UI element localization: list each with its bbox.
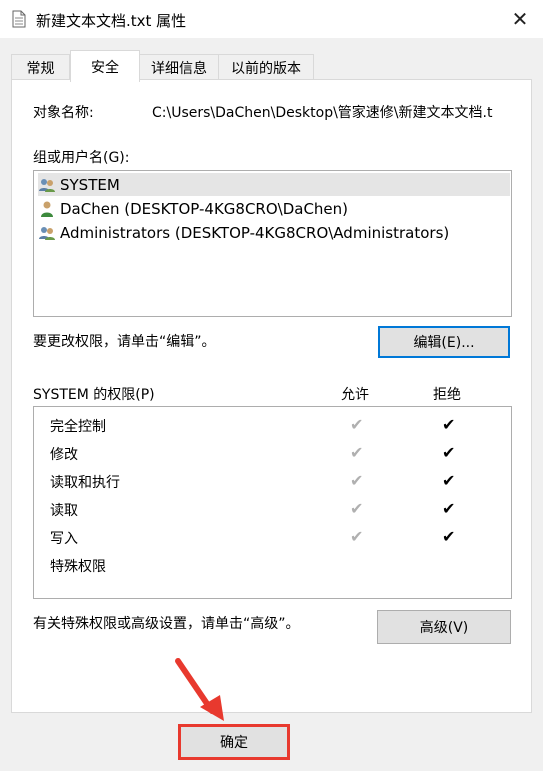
permissions-label: SYSTEM 的权限(P) (33, 387, 155, 403)
title-bar: 新建文本文档.txt 属性 ✕ (0, 0, 543, 38)
object-name-label: 对象名称: (33, 105, 94, 121)
allow-check-icon: ✔ (350, 471, 364, 490)
permissions-list[interactable]: 完全控制 ✔ ✔ 修改 ✔ ✔ 读取和执行 ✔ ✔ 读取 ✔ ✔ 写入 ✔ ✔ … (33, 406, 512, 599)
allow-check-icon: ✔ (350, 499, 364, 518)
object-name-value: C:\Users\DaChen\Desktop\管家速修\新建文本文档.t (152, 105, 493, 121)
allow-check-icon: ✔ (350, 443, 364, 462)
users-listbox[interactable]: SYSTEM DaChen (DESKTOP-4KG8CRO\DaChen) A… (33, 170, 512, 317)
permission-row: 读取和执行 (50, 475, 120, 491)
tab-general[interactable]: 常规 (11, 54, 70, 81)
user-item-dachen[interactable]: DaChen (DESKTOP-4KG8CRO\DaChen) (38, 197, 348, 220)
tab-previous-versions[interactable]: 以前的版本 (218, 54, 314, 81)
deny-header: 拒绝 (433, 387, 461, 403)
group-users-icon (39, 178, 55, 192)
deny-check-icon: ✔ (442, 443, 456, 462)
permission-row: 修改 (50, 447, 78, 463)
deny-check-icon: ✔ (442, 527, 456, 546)
user-item-administrators[interactable]: Administrators (DESKTOP-4KG8CRO\Administ… (38, 221, 449, 244)
user-icon (41, 201, 53, 217)
annotation-arrow-icon (175, 658, 224, 721)
allow-header: 允许 (341, 387, 369, 403)
edit-button[interactable]: 编辑(E)... (378, 326, 510, 358)
security-panel: 对象名称: C:\Users\DaChen\Desktop\管家速修\新建文本文… (11, 79, 532, 713)
permission-row: 特殊权限 (50, 559, 106, 575)
ok-button[interactable]: 确定 (178, 724, 290, 760)
deny-check-icon: ✔ (442, 499, 456, 518)
edit-hint: 要更改权限，请单击“编辑”。 (33, 334, 216, 350)
user-name: Administrators (DESKTOP-4KG8CRO\Administ… (60, 223, 450, 242)
tab-security[interactable]: 安全 (70, 50, 140, 82)
permission-row: 读取 (50, 503, 78, 519)
user-name: DaChen (DESKTOP-4KG8CRO\DaChen) (60, 199, 349, 218)
close-icon: ✕ (511, 7, 529, 31)
user-name: SYSTEM (60, 175, 120, 194)
groups-label: 组或用户名(G): (33, 150, 130, 166)
permission-row: 写入 (50, 531, 78, 547)
allow-check-icon: ✔ (350, 415, 364, 434)
deny-check-icon: ✔ (442, 471, 456, 490)
advanced-button[interactable]: 高级(V) (377, 610, 511, 644)
deny-check-icon: ✔ (442, 415, 456, 434)
advanced-hint: 有关特殊权限或高级设置，请单击“高级”。 (33, 616, 300, 632)
text-file-icon (12, 10, 26, 28)
user-item-system[interactable]: SYSTEM (38, 173, 510, 196)
group-users-icon (39, 226, 55, 240)
permission-row: 完全控制 (50, 419, 106, 435)
allow-check-icon: ✔ (350, 527, 364, 546)
tab-details[interactable]: 详细信息 (138, 54, 220, 81)
window-title: 新建文本文档.txt 属性 (36, 12, 187, 30)
close-button[interactable]: ✕ (497, 0, 543, 38)
